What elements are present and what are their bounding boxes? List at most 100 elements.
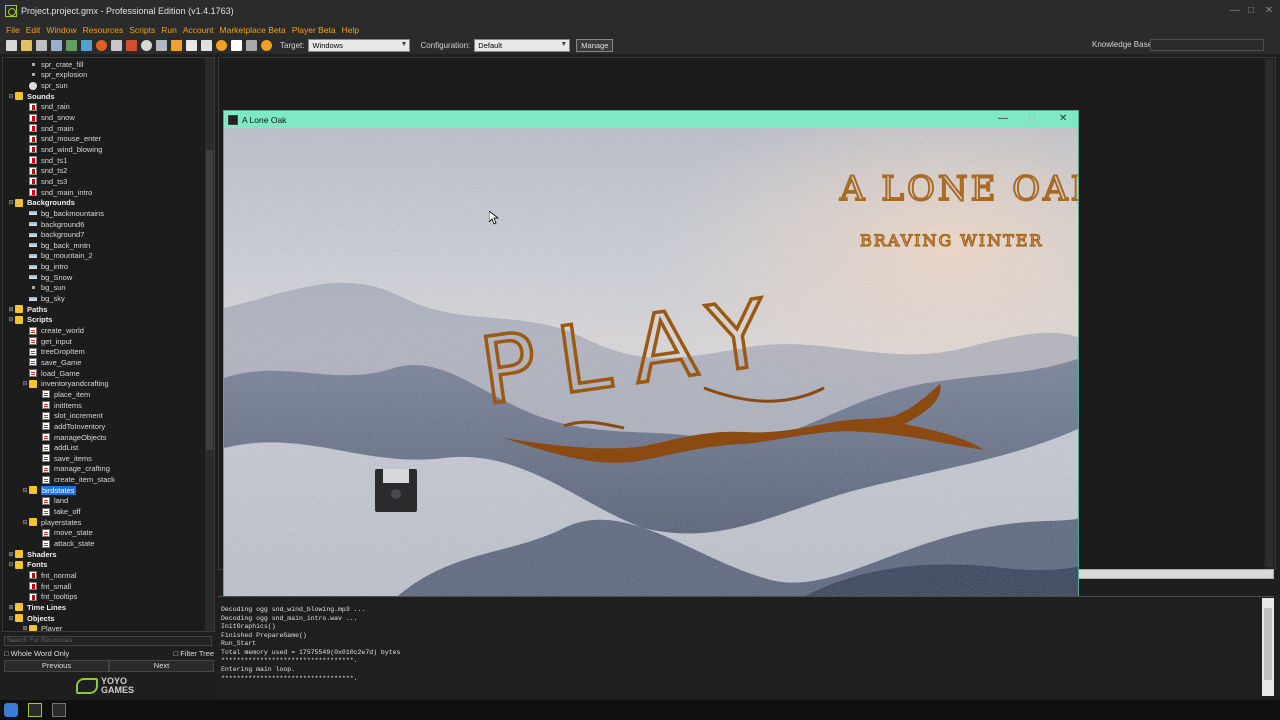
- tree-item[interactable]: bg_sun: [21, 283, 66, 294]
- save-disk-icon[interactable]: [375, 469, 417, 512]
- tree-item[interactable]: slot_increment: [34, 410, 103, 421]
- tree-item[interactable]: treeDropItem: [21, 347, 85, 358]
- tree-item[interactable]: fnt_normal: [21, 570, 76, 581]
- tree-item[interactable]: bg_sky: [21, 293, 65, 304]
- sound-icon[interactable]: [141, 40, 152, 51]
- start-icon[interactable]: [4, 703, 18, 717]
- create-exe-icon[interactable]: [111, 40, 122, 51]
- tree-item[interactable]: snd_mouse_enter: [21, 134, 101, 145]
- script-icon[interactable]: [186, 40, 197, 51]
- tree-group-scripts[interactable]: ⊟ Scripts: [7, 315, 52, 326]
- next-button[interactable]: Next: [109, 660, 214, 672]
- expand-toggle-icon[interactable]: ⊞: [7, 604, 15, 611]
- menu-marketplace-beta[interactable]: Marketplace Beta: [220, 25, 286, 35]
- menu-file[interactable]: File: [6, 25, 20, 35]
- tree-item[interactable]: take_off: [34, 506, 81, 517]
- font-icon[interactable]: [201, 40, 212, 51]
- tree-item[interactable]: fnt_small: [21, 581, 71, 592]
- maximize-icon[interactable]: □: [1244, 6, 1258, 16]
- tree-item[interactable]: spr_crate_fill: [21, 59, 84, 70]
- object-icon[interactable]: [216, 40, 227, 51]
- target-select[interactable]: Windows ▼: [308, 39, 411, 52]
- manage-button[interactable]: Manage: [576, 39, 614, 52]
- tree-item[interactable]: attack_state: [34, 538, 94, 549]
- tree-item[interactable]: snd_ts2: [21, 166, 67, 177]
- settings-icon[interactable]: [246, 40, 257, 51]
- menu-run[interactable]: Run: [161, 25, 177, 35]
- minimize-icon[interactable]: —: [998, 114, 1008, 124]
- collapse-toggle-icon[interactable]: ⊟: [7, 561, 15, 568]
- game-canvas[interactable]: A LONE OAK BRAVING WINTER PLAY: [224, 128, 1079, 608]
- collapse-toggle-icon[interactable]: ⊟: [7, 199, 15, 206]
- collapse-toggle-icon[interactable]: ⊟: [7, 316, 15, 323]
- menu-edit[interactable]: Edit: [26, 25, 41, 35]
- tree-group-fonts[interactable]: ⊟ Fonts: [7, 560, 47, 571]
- tree-item[interactable]: save_Game: [21, 357, 81, 368]
- tree-item[interactable]: snd_ts1: [21, 155, 67, 166]
- tree-item[interactable]: land: [34, 496, 68, 507]
- room-icon[interactable]: [231, 40, 242, 51]
- collapse-toggle-icon[interactable]: ⊟: [21, 519, 29, 526]
- tree-item[interactable]: place_item: [34, 389, 90, 400]
- expand-toggle-icon[interactable]: ⊞: [7, 306, 15, 313]
- sprite-icon[interactable]: [126, 40, 137, 51]
- output-scrollbar[interactable]: [1262, 598, 1274, 696]
- minimize-icon[interactable]: —: [1228, 6, 1242, 16]
- tree-item[interactable]: snd_main: [21, 123, 74, 134]
- menu-window[interactable]: Window: [46, 25, 76, 35]
- new-project-icon[interactable]: [6, 40, 17, 51]
- menu-player-beta[interactable]: Player Beta: [292, 25, 336, 35]
- close-icon[interactable]: ✕: [1262, 6, 1276, 16]
- help-icon[interactable]: [261, 40, 272, 51]
- tree-group-shaders[interactable]: ⊞ Shaders: [7, 549, 56, 560]
- previous-button[interactable]: Previous: [4, 660, 109, 672]
- whole-word-checkbox[interactable]: □ Whole Word Only: [4, 649, 69, 659]
- collapse-toggle-icon[interactable]: ⊟: [21, 380, 29, 387]
- tree-item[interactable]: bg_Snow: [21, 272, 72, 283]
- tree-item[interactable]: snd_main_intro: [21, 187, 92, 198]
- tree-group-paths[interactable]: ⊞ Paths: [7, 304, 47, 315]
- tree-item[interactable]: ⊞ Player: [21, 623, 62, 631]
- tree-group-backgrounds[interactable]: ⊟ Backgrounds: [7, 197, 74, 208]
- tree-item[interactable]: manageObjects: [34, 432, 107, 443]
- tree-item[interactable]: move_state: [34, 528, 93, 539]
- stop-icon[interactable]: [96, 40, 107, 51]
- resource-search-input[interactable]: Search For Resources: [4, 636, 212, 646]
- collapse-toggle-icon[interactable]: ⊟: [7, 615, 15, 622]
- tree-item[interactable]: fnt_tooltips: [21, 592, 77, 603]
- tree-item[interactable]: background6: [21, 219, 84, 230]
- background-icon[interactable]: [156, 40, 167, 51]
- tree-item[interactable]: background7: [21, 229, 84, 240]
- tree-item[interactable]: get_input: [21, 336, 72, 347]
- tree-item[interactable]: initItems: [34, 400, 82, 411]
- open-project-icon[interactable]: [21, 40, 32, 51]
- close-icon[interactable]: ✕: [1059, 114, 1067, 124]
- tree-item[interactable]: bg_back_mntn: [21, 240, 90, 251]
- expand-toggle-icon[interactable]: ⊞: [7, 551, 15, 558]
- tree-scrollbar[interactable]: [205, 58, 214, 631]
- tree-group-sounds[interactable]: ⊟ Sounds: [7, 91, 54, 102]
- tree-item[interactable]: load_Game: [21, 368, 80, 379]
- expand-toggle-icon[interactable]: ⊞: [21, 625, 29, 631]
- menu-resources[interactable]: Resources: [83, 25, 124, 35]
- tree-item[interactable]: bg_intro: [21, 261, 68, 272]
- knowledge-base-input[interactable]: [1150, 39, 1264, 51]
- tree-item[interactable]: addToInventory: [34, 421, 105, 432]
- tree-item[interactable]: save_items: [34, 453, 92, 464]
- gamemaker-task-icon[interactable]: [28, 703, 42, 717]
- menu-help[interactable]: Help: [342, 25, 359, 35]
- tree-item[interactable]: snd_ts3: [21, 176, 67, 187]
- tree-group-time-lines[interactable]: ⊞ Time Lines: [7, 602, 66, 613]
- menu-scripts[interactable]: Scripts: [129, 25, 155, 35]
- tree-item[interactable]: create_item_stack: [34, 474, 115, 485]
- export-icon[interactable]: [51, 40, 62, 51]
- config-select[interactable]: Default ▼: [474, 39, 571, 52]
- collapse-toggle-icon[interactable]: ⊟: [21, 487, 29, 494]
- tree-item[interactable]: ⊟ playerstates: [21, 517, 81, 528]
- tree-item[interactable]: create_world: [21, 325, 84, 336]
- tree-item[interactable]: snd_wind_blowing: [21, 144, 102, 155]
- tree-item[interactable]: bg_backmountains: [21, 208, 104, 219]
- tree-item[interactable]: addList: [34, 442, 78, 453]
- menu-account[interactable]: Account: [183, 25, 214, 35]
- tree-item[interactable]: spr_explosion: [21, 70, 87, 81]
